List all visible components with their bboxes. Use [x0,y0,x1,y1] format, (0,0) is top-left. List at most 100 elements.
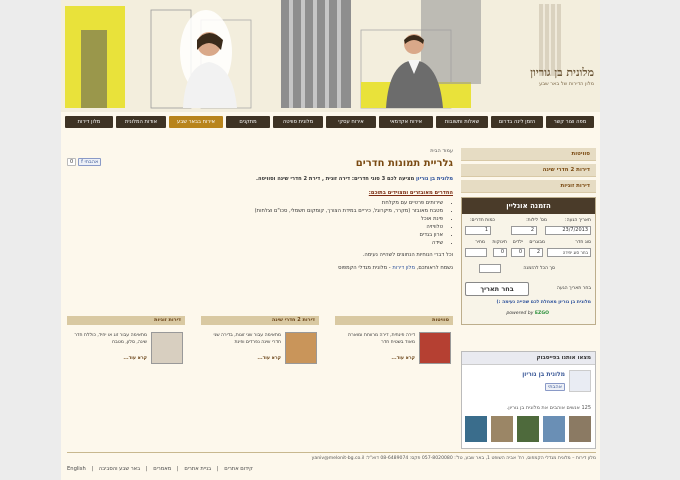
choose-date-label: בחר תאריך הגעה [556,286,591,291]
nav-item-apartment-hotel[interactable]: מלון דירות [65,116,113,128]
intro-link[interactable]: מלונית בן גוריון [416,176,453,182]
room-card-title[interactable]: דירות 2 חדרי שינה [201,316,319,325]
header-banner: מלונית בן גוריון מלון הדירות של באר שבע [61,0,600,112]
like-button[interactable]: f אהבתי [78,158,102,166]
sidebar: סוויטות דירות 2 חדרי שינה דירות זוגיות ה… [461,148,596,449]
brand-logo[interactable]: מלונית בן גוריון מלון הדירות של באר שבע [530,66,594,87]
fan-avatar[interactable] [543,416,565,442]
adults-label: מבוגרים [529,240,545,245]
comfort-note: וכל דברי הנוחיות הנחוצים לשהייה נעימה. [362,252,453,258]
intro-text: מציעה לכם 3 סוגי חדרים: דירה זוגית , דיר… [255,176,415,182]
main-content: עמוד הבית 0 f אהבתי גלריית תמונות חדרים … [67,148,453,272]
amenity-item: שידה [67,239,443,247]
nav-item-about[interactable]: אודות המלונית [116,116,166,128]
room-thumbnail[interactable] [151,332,183,364]
amenity-item: פינת אוכל [67,215,443,223]
footer-link-seo[interactable]: קידום אתרים [224,466,253,472]
brand-name: מלונית בן גוריון [530,66,594,79]
room-card-two-bedroom[interactable]: דירות 2 חדרי שינה מתאימה עבור שני זוגות,… [201,316,319,368]
amenities-title: החדרים מאובזרים ומצוידים בתוכם: [368,190,453,196]
closing-line: נשמח לראותכם, מלון דירות - מלונית מגדלי … [67,264,453,272]
footer-link-english[interactable]: English [67,466,86,472]
online-booking-widget: הזמנה אונליין תאריך הגעה: מס' לילות: כמו… [461,197,596,325]
children-select[interactable]: 0 [511,248,525,257]
nav-item-beersheba-lodging[interactable]: אירוח בבאר שבע [169,116,223,128]
facebook-fans-avatars [465,416,591,442]
room-card-title[interactable]: דירות זוגיות [67,316,185,325]
room-card-text: מתאימה עבור שני זוגות, בדירה שני חדרי שי… [213,333,281,345]
sidebar-item-suites[interactable]: סוויטות [461,148,596,161]
infants-label: תינוקות [492,240,507,245]
sidebar-item-two-bedroom[interactable]: דירות 2 חדרי שינה [461,164,596,177]
nav-item-map-contact[interactable]: מפה וצור קשר [546,116,594,128]
room-type-select[interactable]: בחר סוג יחידה [547,248,591,257]
fan-avatar[interactable] [491,416,513,442]
room-card-suites[interactable]: סוויטות דירה פינתית, דירה מרווחת ומוארת … [335,316,453,368]
nav-item-academic[interactable]: אירוח אקדמאי [379,116,433,128]
like-count: 0 [67,158,77,166]
rooms-select[interactable]: 1 [465,226,491,235]
footer-link-articles[interactable]: מאמרים [153,466,171,472]
total-label: סך הכל להזמנה [523,266,555,271]
room-cards: סוויטות דירה פינתית, דירה מרווחת ומוארת … [67,316,453,368]
adults-select[interactable]: 2 [529,248,543,257]
footer-separator: | [176,466,179,472]
facebook-like-widget[interactable]: 0 f אהבתי [67,158,102,166]
footer-separator: | [145,466,148,472]
facebook-page-avatar[interactable] [569,370,591,392]
room-thumbnail[interactable] [285,332,317,364]
breadcrumb[interactable]: עמוד הבית [67,148,453,154]
closing-suffix: - מלונית מגדלי הקמפוס [338,265,391,271]
amenity-item: מטבח מאובזר (מקרר, מיקרוגל, כיריים במידת… [67,207,443,215]
banner-illustration [61,0,600,112]
price-field [465,248,487,257]
nav-item-faq[interactable]: שאלות ותשובות [436,116,488,128]
read-more-link[interactable]: קרא עוד... [123,356,147,361]
facebook-box-header: מצאו אותנו בפייסבוק [462,352,595,365]
room-card-title[interactable]: סוויטות [335,316,453,325]
nav-item-suite[interactable]: מלונית סוויטה [273,116,323,128]
nav-item-business[interactable]: אירוח עסקי [326,116,376,128]
arrival-date-input[interactable]: 23/7/2013 [545,226,591,235]
like-button-label: אהבתי [545,383,565,391]
powered-by-label: powered by [506,311,534,316]
total-field [479,264,501,273]
read-more-link[interactable]: קרא עוד... [391,356,415,361]
price-label: מחיר [475,240,485,245]
fan-avatar[interactable] [465,416,487,442]
room-card-couples[interactable]: דירות זוגיות מתאימה עבור זוג או יחיד, כו… [67,316,185,368]
room-thumbnail[interactable] [419,332,451,364]
arrival-label: תאריך הגעה: [565,218,591,223]
infants-select[interactable]: 0 [493,248,507,257]
main-nav: מלון דירות אודות המלונית אירוח בבאר שבע … [65,116,596,128]
facebook-page-name[interactable]: מלונית בן גוריון [522,371,565,378]
nav-item-facilities[interactable]: מתקנים [226,116,270,128]
footer-link-beersheba[interactable]: באר שבע והסביבה [99,466,140,472]
read-more-link[interactable]: קרא עוד... [257,356,281,361]
nights-label: מס' לילות: [526,218,547,223]
footer-separator: | [91,466,94,472]
footer-link-web-building[interactable]: בניית אתרים [184,466,211,472]
facebook-fans-text: 125 אנשים אוהבים את מלונית בן גוריון. [506,405,591,411]
amenities-list: שירותים פרטיים עם מקלחת מטבח מאובזר (מקר… [67,199,453,247]
amenity-item: טלוויזיה [67,223,443,231]
powered-by-line[interactable]: powered by EZGO [506,311,549,316]
submit-booking-button[interactable]: בחר תאריך [465,282,529,296]
booking-engine-logo: EZGO [534,311,549,316]
booking-title: הזמנה אונליין [462,198,595,214]
fan-avatar[interactable] [517,416,539,442]
booking-note: מלונית בן גוריון מאחלת לכם שהייה נעימה :… [496,300,591,305]
facebook-box: מצאו אותנו בפייסבוק מלונית בן גוריון אהב… [461,351,596,449]
apartment-hotel-link[interactable]: מלון דירות [392,265,415,271]
fan-avatar[interactable] [569,416,591,442]
page-title: גלריית תמונות חדרים [355,158,453,169]
brand-tagline: מלון הדירות של באר שבע [539,81,594,87]
room-card-text: דירה פינתית, דירה מרווחת ומוארת מאוד בשט… [348,333,415,345]
nights-select[interactable]: 2 [511,226,537,235]
nav-item-book-south[interactable]: הזמן לינה בדרום [491,116,543,128]
footer-links: English | קידום אתרים | בניית אתרים | מא… [67,466,253,472]
facebook-like-button[interactable]: אהבתי [545,383,565,391]
children-label: ילדים [512,240,523,245]
room-type-label: סוג חדר [575,240,591,245]
sidebar-item-couples[interactable]: דירות זוגיות [461,180,596,193]
